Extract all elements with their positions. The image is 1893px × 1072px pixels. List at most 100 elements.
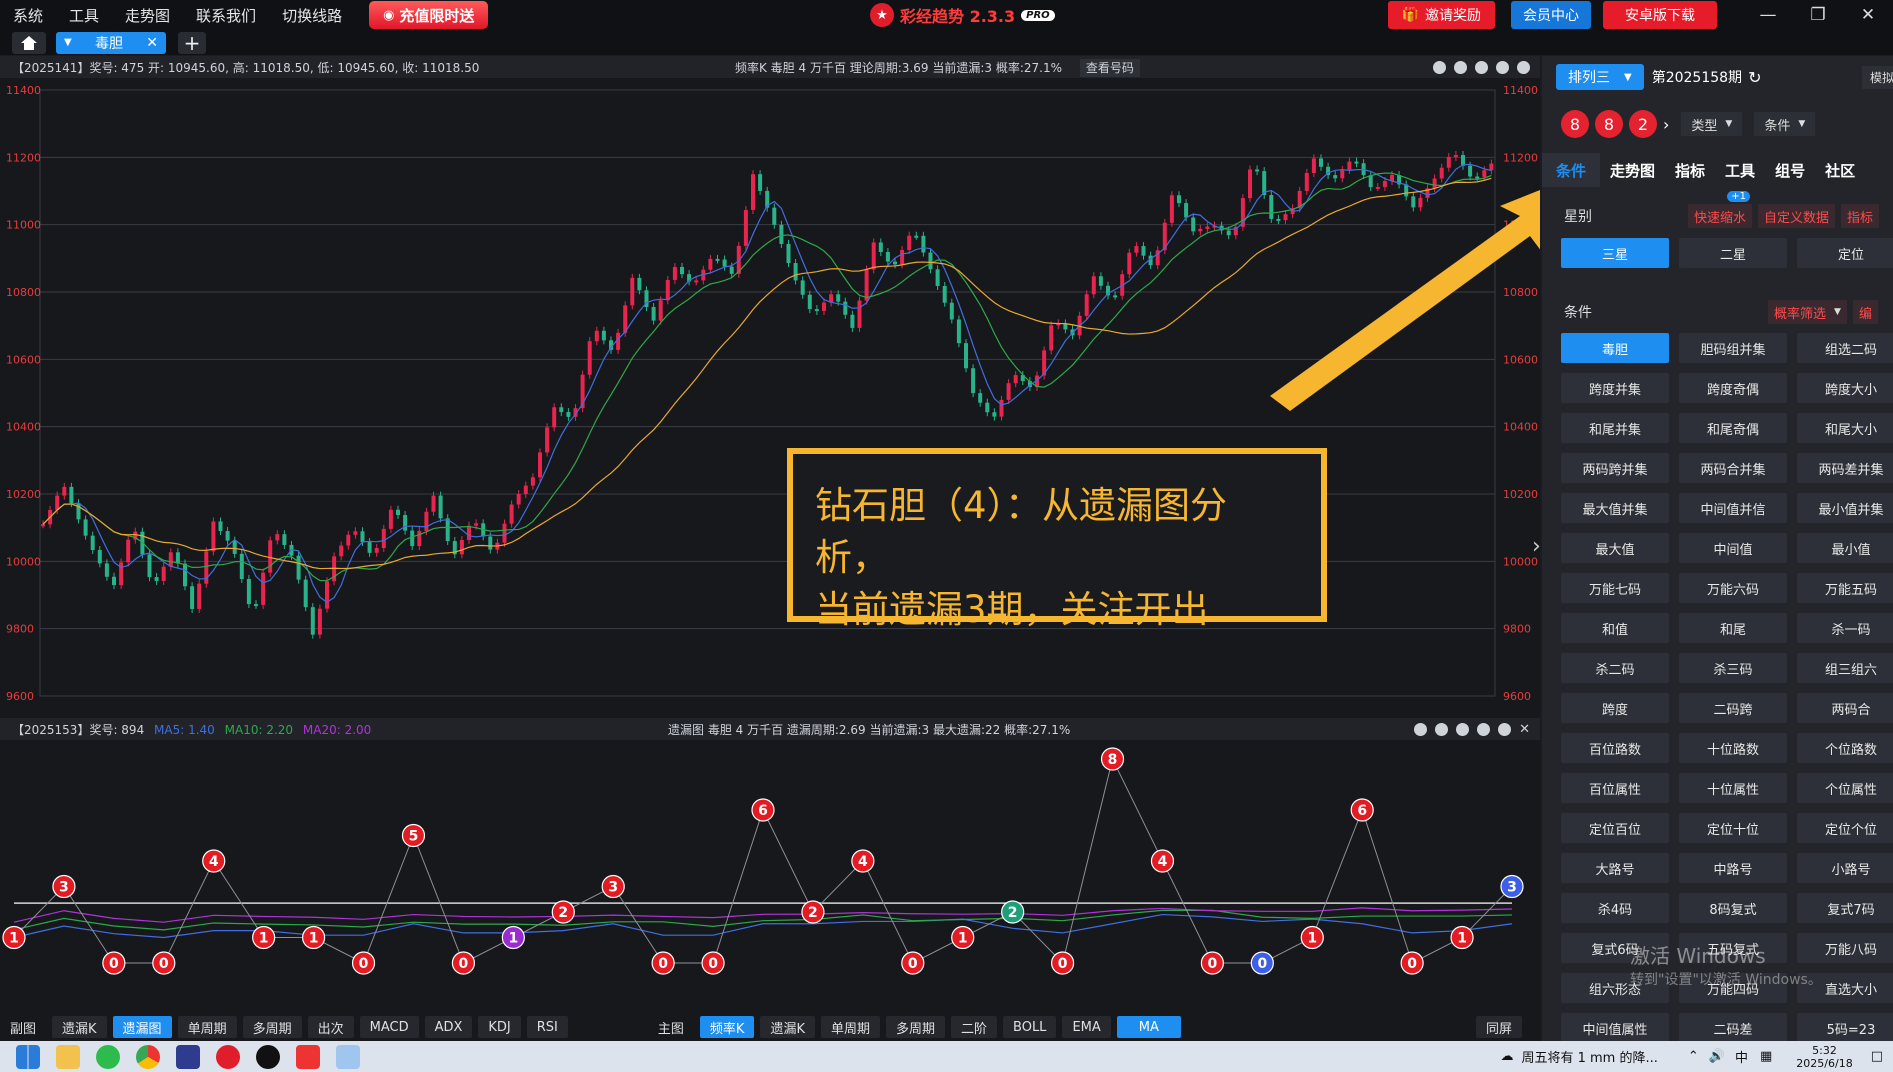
- weather-notice[interactable]: 周五将有 1 mm 的降...: [1521, 1047, 1657, 1066]
- refresh-icon[interactable]: ↻: [1748, 68, 1761, 87]
- condition-button[interactable]: 两码差并集: [1797, 453, 1893, 483]
- condition-button[interactable]: 中间值并信: [1679, 493, 1787, 523]
- wps-office-icon[interactable]: [296, 1044, 320, 1069]
- chevron-right-icon[interactable]: ›: [1663, 115, 1669, 134]
- btn-second-order[interactable]: 二阶: [951, 1016, 998, 1038]
- condition-button[interactable]: 和尾: [1679, 613, 1787, 643]
- condition-button[interactable]: 胆码组并集: [1679, 333, 1787, 363]
- condition-button[interactable]: 万能五码: [1797, 573, 1893, 603]
- condition-button[interactable]: 两码跨并集: [1561, 453, 1669, 483]
- chrome-icon[interactable]: [136, 1044, 160, 1069]
- condition-button[interactable]: 大路号: [1561, 853, 1669, 883]
- condition-button[interactable]: 杀三码: [1679, 653, 1787, 683]
- condition-button[interactable]: 毒胆: [1561, 333, 1669, 363]
- btn-ema[interactable]: EMA: [1062, 1016, 1111, 1038]
- condition-button[interactable]: 最大值并集: [1561, 493, 1669, 523]
- arrow-up-icon[interactable]: [1475, 60, 1488, 74]
- condition-button[interactable]: 个位属性: [1797, 773, 1893, 803]
- condition-button[interactable]: 万能六码: [1679, 573, 1787, 603]
- tab-close-icon[interactable]: ✕: [146, 35, 158, 51]
- condition-button[interactable]: 跨度: [1561, 693, 1669, 723]
- condition-button[interactable]: 最大值: [1561, 533, 1669, 563]
- grid-icon[interactable]: ▦: [1760, 1049, 1772, 1064]
- clock[interactable]: 5:32 2025/6/18: [1796, 1044, 1852, 1070]
- arrow-up-icon[interactable]: [1456, 722, 1470, 736]
- ime-indicator[interactable]: 中: [1735, 1047, 1748, 1066]
- add-tab-button[interactable]: +: [178, 31, 206, 55]
- arrow-down-icon[interactable]: [1496, 60, 1509, 74]
- condition-button[interactable]: 二码跨: [1679, 693, 1787, 723]
- tab-conditions[interactable]: 条件: [1542, 153, 1601, 187]
- tab-dudan[interactable]: ▼ 毒胆 ✕: [56, 31, 166, 54]
- btn-frequency-k[interactable]: 频率K: [699, 1016, 755, 1038]
- star-three[interactable]: 三星: [1561, 238, 1669, 268]
- condition-button[interactable]: 百位路数: [1561, 733, 1669, 763]
- file-explorer-icon[interactable]: [56, 1044, 80, 1069]
- notes-icon[interactable]: [336, 1044, 360, 1069]
- qq-icon[interactable]: [256, 1044, 280, 1069]
- condition-dropdown[interactable]: 条件 ▼: [1754, 112, 1816, 136]
- btn-omission-k[interactable]: 遗漏K: [52, 1016, 107, 1038]
- simulate-button[interactable]: 模拟模: [1862, 65, 1893, 89]
- condition-button[interactable]: 和值: [1561, 613, 1669, 643]
- vip-center-button[interactable]: 会员中心: [1511, 1, 1591, 29]
- minimize-icon[interactable]: —: [1743, 5, 1793, 25]
- condition-button[interactable]: 百位属性: [1561, 773, 1669, 803]
- condition-button[interactable]: 和尾大小: [1797, 413, 1893, 443]
- wps-icon[interactable]: [176, 1044, 200, 1069]
- condition-button[interactable]: 定位个位: [1797, 813, 1893, 843]
- btn-occurrence[interactable]: 出次: [307, 1016, 354, 1038]
- condition-button[interactable]: 中路号: [1679, 853, 1787, 883]
- btn-main-omission-k[interactable]: 遗漏K: [760, 1016, 815, 1038]
- tab-group[interactable]: 组号: [1765, 153, 1815, 187]
- condition-button[interactable]: 个位路数: [1797, 733, 1893, 763]
- eye-icon[interactable]: [1435, 722, 1449, 736]
- menu-contact[interactable]: 联系我们: [183, 5, 269, 26]
- collapse-panel-icon[interactable]: ›: [1532, 534, 1541, 559]
- edit-button[interactable]: 编: [1852, 300, 1878, 324]
- windows-start-icon[interactable]: [16, 1044, 40, 1069]
- btn-main-single-period[interactable]: 单周期: [820, 1016, 880, 1038]
- notification-icon[interactable]: □: [1871, 1049, 1883, 1064]
- tab-tools[interactable]: 工具: [1715, 153, 1765, 187]
- type-dropdown[interactable]: 类型 ▼: [1681, 112, 1743, 136]
- btn-rsi[interactable]: RSI: [526, 1016, 568, 1038]
- condition-button[interactable]: 定位百位: [1561, 813, 1669, 843]
- condition-button[interactable]: 跨度大小: [1797, 373, 1893, 403]
- tab-community[interactable]: 社区: [1815, 153, 1865, 187]
- arrow-down-icon[interactable]: [1477, 722, 1491, 736]
- home-icon[interactable]: [12, 31, 46, 54]
- invite-button[interactable]: 🎁 邀请奖励: [1387, 1, 1495, 29]
- condition-button[interactable]: 两码合: [1797, 693, 1893, 723]
- btn-main-multi-period[interactable]: 多周期: [885, 1016, 945, 1038]
- indicator-button[interactable]: 指标: [1841, 204, 1880, 228]
- btn-ma[interactable]: MA: [1116, 1016, 1181, 1038]
- tray-chevron-icon[interactable]: ⌃: [1688, 1049, 1699, 1064]
- btn-adx[interactable]: ADX: [424, 1016, 473, 1038]
- condition-button[interactable]: 最小值: [1797, 533, 1893, 563]
- wechat-icon[interactable]: [96, 1044, 120, 1069]
- weather-icon[interactable]: ☁: [1500, 1049, 1513, 1064]
- condition-button[interactable]: 万能八码: [1797, 933, 1893, 963]
- condition-button[interactable]: 5码=23: [1797, 1013, 1893, 1041]
- tab-indicators[interactable]: 指标: [1665, 153, 1715, 187]
- condition-button[interactable]: 中间值属性: [1561, 1013, 1669, 1041]
- condition-button[interactable]: 十位路数: [1679, 733, 1787, 763]
- condition-button[interactable]: 十位属性: [1679, 773, 1787, 803]
- condition-button[interactable]: 小路号: [1797, 853, 1893, 883]
- condition-button[interactable]: 中间值: [1679, 533, 1787, 563]
- close-panel-icon[interactable]: ✕: [1519, 722, 1530, 737]
- volume-icon[interactable]: 🔊: [1709, 1049, 1725, 1064]
- condition-button[interactable]: 8码复式: [1679, 893, 1787, 923]
- btn-multi-period[interactable]: 多周期: [242, 1016, 302, 1038]
- btn-single-period[interactable]: 单周期: [177, 1016, 237, 1038]
- star-two[interactable]: 二星: [1679, 238, 1787, 268]
- condition-button[interactable]: 万能七码: [1561, 573, 1669, 603]
- condition-button[interactable]: 最小值并集: [1797, 493, 1893, 523]
- btn-omission-chart[interactable]: 遗漏图: [112, 1016, 172, 1038]
- btn-same-screen[interactable]: 同屏: [1475, 1016, 1522, 1038]
- game-select[interactable]: 排列三 ▼: [1556, 64, 1644, 90]
- android-download-button[interactable]: 安卓版下载: [1603, 1, 1717, 29]
- condition-button[interactable]: 二码差: [1679, 1013, 1787, 1041]
- condition-button[interactable]: 组三组六: [1797, 653, 1893, 683]
